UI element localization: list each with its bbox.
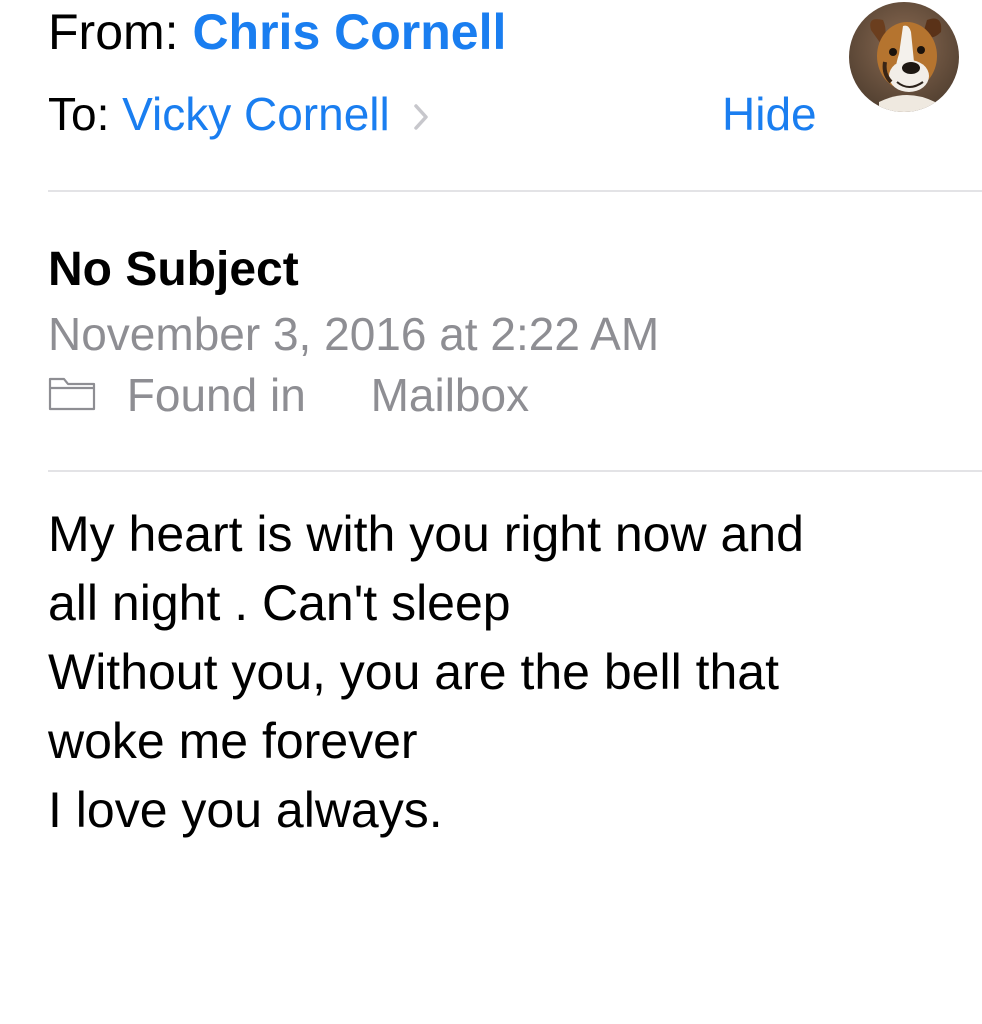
to-row: To: Vicky Cornell [48, 86, 429, 143]
hide-button[interactable]: Hide [722, 86, 817, 142]
to-label: To: [48, 88, 110, 140]
dog-avatar-icon [849, 2, 959, 112]
from-row: From: Chris Cornell [48, 2, 506, 62]
body-line: Without you, you are the bell that [48, 644, 779, 700]
sender-name[interactable]: Chris Cornell [192, 4, 506, 60]
from-label: From: [48, 4, 179, 60]
mailbox-name: Mailbox [370, 369, 530, 421]
body-line: woke me forever [48, 713, 418, 769]
message-header: From: Chris Cornell To: Vicky Cornell Hi… [0, 0, 982, 192]
chevron-right-icon[interactable] [413, 87, 429, 143]
body-line: My heart is with you right now and [48, 506, 804, 562]
message-body: My heart is with you right now and all n… [48, 500, 968, 845]
body-line: all night . Can't sleep [48, 575, 511, 631]
found-in-row[interactable]: Found in Mailbox [48, 366, 529, 424]
body-line: I love you always. [48, 782, 443, 838]
body-divider [48, 470, 982, 472]
header-divider [48, 190, 982, 192]
sender-avatar[interactable] [849, 2, 959, 112]
recipient-name[interactable]: Vicky Cornell [122, 88, 390, 140]
folder-icon [48, 366, 96, 424]
subject-line: No Subject [48, 243, 299, 296]
found-in-label: Found in [126, 369, 306, 421]
message-date: November 3, 2016 at 2:22 AM [48, 308, 660, 360]
